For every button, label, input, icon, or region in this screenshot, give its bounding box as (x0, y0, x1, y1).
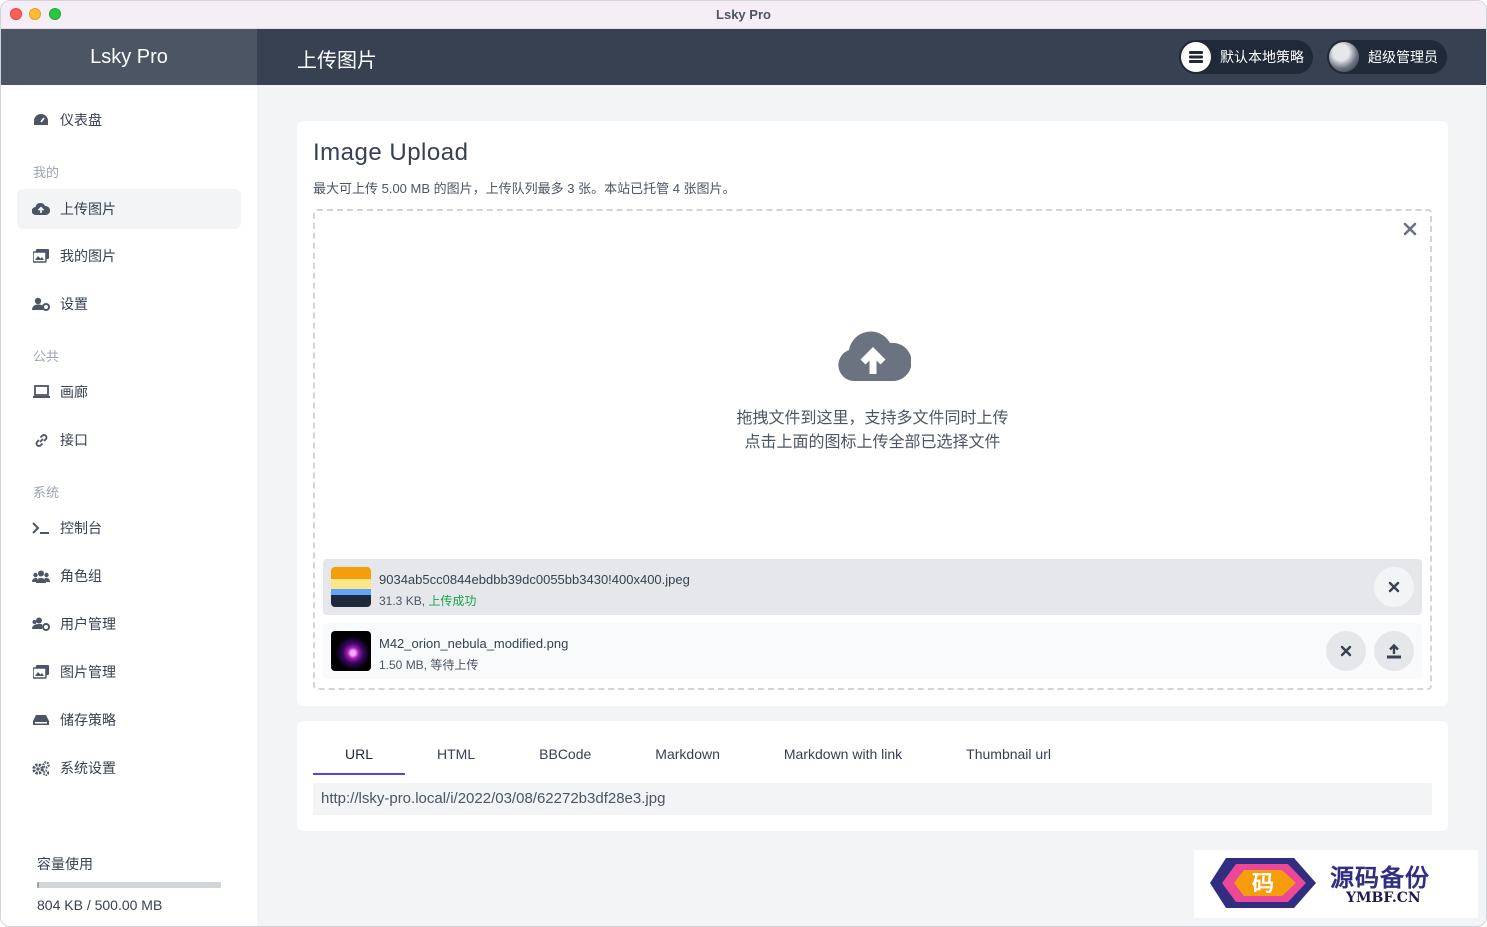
server-icon (1181, 42, 1211, 72)
watermark: 码 源码备份 YMBF.CN (1194, 850, 1478, 918)
brand-logo[interactable]: Lsky Pro (1, 29, 257, 85)
remove-file-button[interactable] (1374, 567, 1414, 607)
svg-text:码: 码 (1252, 871, 1274, 897)
sidebar-item-settings[interactable]: 设置 (17, 284, 241, 324)
usage-title: 容量使用 (37, 856, 93, 872)
sidebar-item-label: 角色组 (60, 568, 102, 584)
remove-file-button[interactable] (1326, 631, 1366, 671)
tab-url[interactable]: URL (313, 735, 406, 775)
title-bar: Lsky Pro (1, 1, 1486, 29)
file-thumbnail (331, 567, 371, 607)
sidebar-item-label: 储存策略 (60, 712, 116, 728)
images-icon (32, 247, 50, 265)
close-icon (1388, 581, 1400, 593)
tab-html[interactable]: HTML (405, 735, 507, 775)
watermark-text-cn: 源码备份 (1330, 863, 1430, 892)
sidebar-item-label: 系统设置 (60, 760, 116, 776)
sidebar-item-console[interactable]: 控制台 (17, 508, 241, 548)
file-row-uploaded: 9034ab5cc0844ebdbb39dc0055bb3430!400x400… (323, 559, 1422, 615)
file-status-success: 上传成功 (428, 594, 477, 608)
file-meta: 31.3 KB, 上传成功 (379, 594, 477, 608)
sidebar-item-storage[interactable]: 储存策略 (17, 700, 241, 740)
file-meta: 1.50 MB, 等待上传 (379, 658, 479, 672)
upload-card: Image Upload 最大可上传 5.00 MB 的图片，上传队列最多 3 … (297, 121, 1448, 706)
users-icon (32, 567, 50, 585)
tab-markdown-with-link[interactable]: Markdown with link (752, 735, 934, 775)
sidebar-item-label: 画廊 (60, 384, 88, 400)
tab-bbcode[interactable]: BBCode (507, 735, 623, 775)
section-label-public: 公共 (33, 349, 60, 364)
sidebar-item-api[interactable]: 接口 (17, 420, 241, 460)
window-title: Lsky Pro (716, 7, 771, 22)
sidebar: 仪表盘 我的 上传图片 我的图片 设置 公共 画廊 接口 系统 控制台 角色组 … (1, 85, 257, 926)
sidebar-item-users[interactable]: 用户管理 (17, 604, 241, 644)
sidebar-item-my-images[interactable]: 我的图片 (17, 236, 241, 276)
cogs-icon (32, 759, 50, 777)
laptop-icon (32, 383, 50, 401)
upload-file-button[interactable] (1374, 631, 1414, 671)
usage-progress-bar (37, 882, 221, 888)
sidebar-item-system-settings[interactable]: 系统设置 (17, 748, 241, 788)
hdd-icon (32, 711, 50, 729)
user-menu[interactable]: 超级管理员 (1327, 40, 1447, 74)
users-cog-icon (32, 615, 50, 633)
top-bar: 上传图片 默认本地策略 超级管理员 (257, 29, 1486, 85)
user-cog-icon (32, 295, 50, 313)
usage-progress-fill (37, 882, 39, 888)
sidebar-item-label: 用户管理 (60, 616, 116, 632)
file-status-pending: 等待上传 (430, 658, 479, 672)
sidebar-item-label: 仪表盘 (60, 112, 102, 128)
link-icon (32, 431, 50, 449)
sidebar-item-images[interactable]: 图片管理 (17, 652, 241, 692)
sidebar-item-gallery[interactable]: 画廊 (17, 372, 241, 412)
cloud-upload-icon[interactable] (835, 327, 911, 383)
usage-text: 804 KB / 500.00 MB (37, 897, 163, 913)
link-output[interactable]: http://lsky-pro.local/i/2022/03/08/62272… (313, 783, 1432, 815)
clear-queue-close-icon[interactable] (1400, 219, 1420, 239)
link-format-tabs: URL HTML BBCode Markdown Markdown with link T… (313, 735, 1083, 775)
sidebar-item-label: 控制台 (60, 520, 102, 536)
upload-description: 最大可上传 5.00 MB 的图片，上传队列最多 3 张。本站已托管 4 张图片… (313, 181, 736, 196)
app-window: Lsky Pro Lsky Pro 上传图片 默认本地策略 超级管理员 仪表盘 … (0, 0, 1487, 927)
cloud-upload-icon (32, 200, 50, 218)
sidebar-item-roles[interactable]: 角色组 (17, 556, 241, 596)
page-title: 上传图片 (297, 50, 377, 72)
file-name: M42_orion_nebula_modified.png (379, 636, 569, 651)
avatar (1329, 42, 1359, 72)
drop-hint-line-2: 点击上面的图标上传全部已选择文件 (744, 434, 1001, 451)
upload-icon (1387, 643, 1401, 659)
tab-markdown[interactable]: Markdown (623, 735, 752, 775)
user-name: 超级管理员 (1368, 49, 1438, 65)
file-row-pending: M42_orion_nebula_modified.png 1.50 MB, 等… (323, 623, 1422, 679)
terminal-icon (32, 519, 50, 537)
close-icon (1340, 645, 1352, 657)
drop-hint-line-1: 拖拽文件到这里，支持多文件同时上传 (736, 410, 1009, 427)
watermark-logo: 码 (1210, 858, 1316, 908)
sidebar-item-label: 图片管理 (60, 664, 116, 680)
sidebar-item-upload[interactable]: 上传图片 (17, 189, 241, 229)
images-icon (32, 663, 50, 681)
section-label-system: 系统 (33, 485, 60, 500)
upload-title: Image Upload (313, 139, 469, 166)
file-thumbnail (331, 631, 371, 671)
strategy-label: 默认本地策略 (1220, 49, 1304, 65)
strategy-selector[interactable]: 默认本地策略 (1179, 40, 1313, 74)
dashboard-icon (32, 111, 50, 129)
sidebar-item-label: 设置 (60, 296, 88, 312)
links-card: URL HTML BBCode Markdown Markdown with link T… (297, 721, 1448, 831)
sidebar-item-label: 接口 (60, 432, 88, 448)
sidebar-item-label: 上传图片 (60, 201, 116, 217)
sidebar-item-dashboard[interactable]: 仪表盘 (17, 100, 241, 140)
watermark-text-en: YMBF.CN (1346, 890, 1421, 906)
tab-thumbnail-url[interactable]: Thumbnail url (934, 735, 1083, 775)
file-name: 9034ab5cc0844ebdbb39dc0055bb3430!400x400… (379, 572, 690, 587)
section-label-mine: 我的 (33, 165, 60, 180)
sidebar-item-label: 我的图片 (60, 248, 116, 264)
dropzone[interactable]: 拖拽文件到这里，支持多文件同时上传 点击上面的图标上传全部已选择文件 9034a… (313, 209, 1432, 690)
